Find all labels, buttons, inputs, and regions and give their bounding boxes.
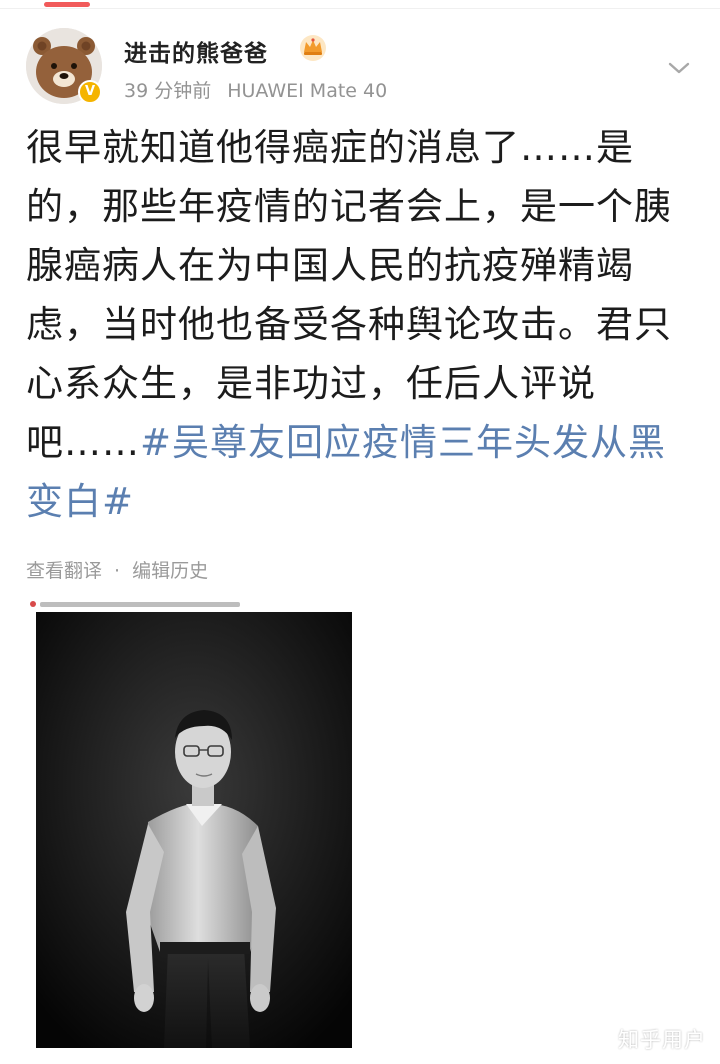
edit-history-link[interactable]: 编辑历史 — [132, 560, 208, 582]
post-device: HUAWEI Mate 40 — [227, 80, 388, 102]
verified-badge-icon: V — [78, 80, 102, 104]
post-meta: 39 分钟前 HUAWEI Mate 40 — [124, 76, 387, 103]
caption-dot-icon — [30, 601, 36, 607]
post-body: 很早就知道他得癌症的消息了……是的，那些年疫情的记者会上，是一个胰腺癌病人在为中… — [26, 126, 672, 464]
caption-bar — [40, 602, 240, 607]
watermark: 知乎用户 — [618, 1028, 706, 1052]
post-header: V 进击的熊爸爸 39 分钟前 HUAWEI Mate 40 — [26, 28, 694, 108]
image-caption-strip — [28, 600, 358, 610]
translate-link[interactable]: 查看翻译 — [26, 560, 102, 582]
post-image[interactable] — [28, 600, 358, 1052]
post-text: 很早就知道他得癌症的消息了……是的，那些年疫情的记者会上，是一个胰腺癌病人在为中… — [26, 118, 694, 531]
post-actions: 查看翻译 · 编辑历史 — [26, 556, 208, 583]
top-divider — [0, 8, 720, 9]
post-time: 39 分钟前 — [124, 80, 212, 102]
avatar[interactable]: V — [26, 28, 102, 104]
author-name[interactable]: 进击的熊爸爸 — [124, 34, 268, 68]
chevron-down-icon[interactable] — [664, 58, 694, 78]
portrait-photo — [36, 612, 352, 1048]
action-separator: · — [114, 560, 121, 582]
tab-indicator — [44, 2, 90, 7]
portrait-frame — [36, 612, 352, 1048]
crown-icon — [300, 35, 326, 61]
